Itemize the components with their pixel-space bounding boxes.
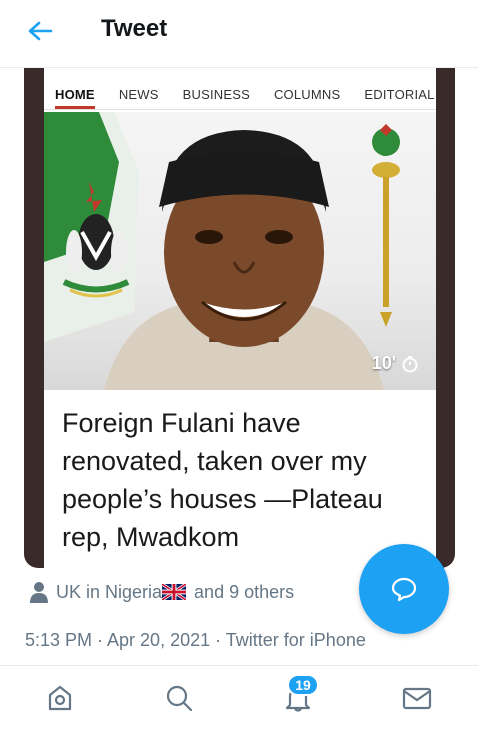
back-button[interactable] [20, 14, 60, 48]
liked-by-row[interactable]: UK in Nigeria and 9 others [30, 578, 294, 606]
mace-emblem [372, 124, 400, 327]
nav-messages-tab[interactable] [392, 678, 442, 718]
nav-editorial: EDITORIAL [364, 87, 435, 102]
home-icon [48, 685, 72, 711]
nav-search-tab[interactable] [154, 678, 204, 718]
search-icon [166, 685, 193, 712]
notification-badge: 19 [287, 674, 319, 696]
top-bar: Tweet [0, 0, 478, 68]
nav-home: HOME [55, 87, 95, 109]
nav-home-tab[interactable] [35, 678, 85, 718]
article-headline: Foreign Fulani have renovated, taken ove… [62, 408, 383, 552]
liked-by-account: UK in Nigeria [56, 581, 163, 602]
nav-business: BUSINESS [182, 87, 250, 102]
tweet-media[interactable]: HOME NEWS BUSINESS COLUMNS EDITORIAL 10'… [24, 68, 455, 568]
reply-icon [391, 577, 417, 602]
article-nav: HOME NEWS BUSINESS COLUMNS EDITORIAL [44, 80, 436, 110]
back-arrow-icon [28, 21, 53, 41]
liked-by-others: and 9 others [194, 581, 295, 602]
read-time-value: 10' [371, 353, 396, 373]
mail-icon [402, 687, 432, 710]
portrait-illustration [44, 112, 400, 390]
reply-fab[interactable] [359, 544, 449, 634]
person-icon [30, 582, 48, 603]
tweet-timestamp: 5:13 PM · Apr 20, 2021 · Twitter for iPh… [25, 630, 366, 650]
nav-news: NEWS [118, 87, 159, 102]
uk-flag-icon [162, 584, 187, 600]
clock-icon [402, 355, 418, 372]
read-time: 10' [372, 353, 418, 374]
nav-columns: COLUMNS [273, 87, 341, 102]
page-title: Tweet [101, 15, 168, 42]
article-photo: 10' [44, 112, 436, 390]
bottom-nav [0, 666, 478, 731]
article-screenshot: HOME NEWS BUSINESS COLUMNS EDITORIAL 10'… [44, 68, 436, 568]
